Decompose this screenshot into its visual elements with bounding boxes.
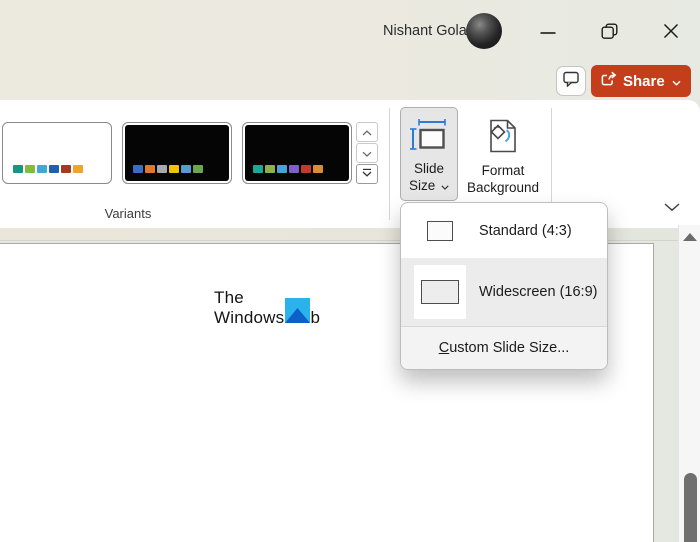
format-background-button[interactable]: Format Background xyxy=(462,107,544,201)
slide-size-icon xyxy=(410,119,448,154)
format-background-icon xyxy=(488,119,518,156)
menu-item-standard-4-3[interactable]: Standard (4:3) xyxy=(401,203,607,258)
variants-scroll-down-button[interactable] xyxy=(356,143,378,163)
share-forward-icon xyxy=(600,71,617,91)
minimize-icon xyxy=(540,31,556,35)
menu-item-label: Widescreen (16:9) xyxy=(479,284,598,300)
variants-more-button[interactable] xyxy=(356,164,378,184)
variant-thumbnail-light[interactable] xyxy=(2,122,112,184)
windowsclub-logo[interactable]: The WindowsClub xyxy=(214,288,344,334)
custom-slide-size-accesskey: C xyxy=(438,340,450,356)
account-avatar[interactable] xyxy=(466,13,502,49)
menu-item-label: Standard (4:3) xyxy=(479,222,572,239)
chevron-down-icon xyxy=(663,199,681,216)
variants-scroll-up-button[interactable] xyxy=(356,122,378,142)
slide-size-label-line1: Slide xyxy=(413,161,445,176)
theme-color-chips xyxy=(253,165,323,173)
ribbon-group-divider xyxy=(389,108,390,220)
chevron-up-icon xyxy=(362,123,372,141)
logo-text-line2: WindowsClub xyxy=(214,308,321,327)
windowsclub-logo-icon xyxy=(285,298,310,323)
chevron-down-icon xyxy=(362,144,372,162)
variant-thumbnail-dark-1[interactable] xyxy=(122,122,232,184)
variants-group-label: Variants xyxy=(104,206,152,221)
close-icon xyxy=(663,23,679,39)
vertical-scrollbar[interactable] xyxy=(678,225,700,542)
more-gallery-icon xyxy=(362,165,372,183)
share-button[interactable]: Share xyxy=(591,65,691,97)
comments-button[interactable] xyxy=(556,66,586,96)
widescreen-aspect-icon xyxy=(421,280,459,304)
menu-item-custom-slide-size[interactable]: Custom Slide Size... xyxy=(401,326,607,369)
scroll-up-arrow[interactable] xyxy=(683,233,697,241)
logo-text-line1: The xyxy=(214,288,244,307)
standard-aspect-icon xyxy=(401,220,479,241)
theme-color-chips xyxy=(13,165,83,173)
comment-bubble-icon xyxy=(562,71,580,92)
powerpoint-window: Nishant Gola Share Variants Slide Size F… xyxy=(0,0,700,542)
minimize-button[interactable] xyxy=(539,24,557,42)
menu-item-widescreen-16-9[interactable]: Widescreen (16:9) xyxy=(401,258,607,326)
share-button-label: Share xyxy=(623,72,665,90)
theme-color-chips xyxy=(133,165,203,173)
close-button[interactable] xyxy=(662,22,680,40)
account-name[interactable]: Nishant Gola xyxy=(383,23,467,39)
chevron-down-icon xyxy=(439,178,449,193)
slide-size-menu: Standard (4:3) Widescreen (16:9) Custom … xyxy=(400,202,608,370)
format-background-label-line2: Background xyxy=(466,180,540,195)
collapse-ribbon-button[interactable] xyxy=(663,199,681,217)
variant-thumbnail-dark-2[interactable] xyxy=(242,122,352,184)
slide-size-label-line2: Size xyxy=(409,177,449,194)
selected-item-highlight xyxy=(414,265,466,319)
chevron-down-icon xyxy=(672,73,681,90)
slide-size-button[interactable]: Slide Size xyxy=(400,107,458,201)
scrollbar-thumb[interactable] xyxy=(684,473,697,542)
restore-window-icon xyxy=(601,23,618,40)
restore-button[interactable] xyxy=(600,22,618,40)
titlebar: Nishant Gola Share xyxy=(0,0,700,100)
custom-slide-size-label: ustom Slide Size... xyxy=(449,340,570,356)
format-background-label-line1: Format xyxy=(481,163,525,178)
